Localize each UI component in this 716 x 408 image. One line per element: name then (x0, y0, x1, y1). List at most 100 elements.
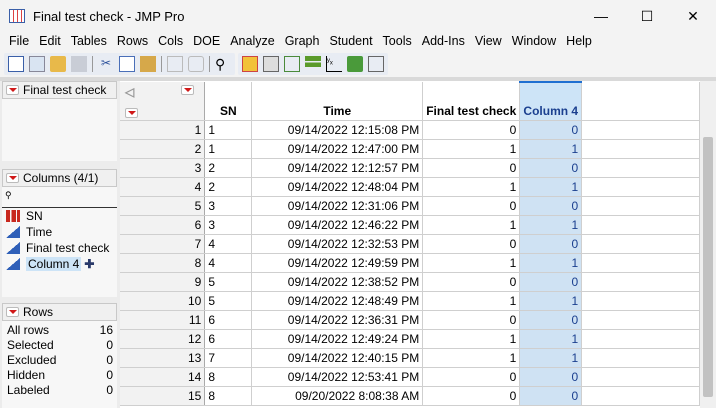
menu-tables[interactable]: Tables (66, 32, 112, 50)
cell-final-test-check[interactable]: 1 (422, 177, 521, 197)
menu-window[interactable]: Window (507, 32, 561, 50)
maximize-button[interactable]: ☐ (624, 0, 670, 32)
cell-sn[interactable]: 2 (204, 158, 253, 178)
table-row[interactable]: 12 6 09/14/2022 12:49:24 PM 1 1 (120, 329, 700, 349)
menu-file[interactable]: File (4, 32, 34, 50)
cell-time[interactable]: 09/14/2022 12:15:08 PM (251, 120, 424, 140)
cell-final-test-check[interactable]: 1 (422, 139, 521, 159)
cell-column-4[interactable]: 1 (519, 348, 583, 368)
scrollbar-thumb[interactable] (703, 137, 713, 397)
cell-sn[interactable]: 2 (204, 177, 253, 197)
cell-sn[interactable]: 1 (204, 139, 253, 159)
table-row[interactable]: 7 4 09/14/2022 12:32:53 PM 0 0 (120, 234, 700, 254)
cell-time[interactable]: 09/14/2022 12:48:49 PM (251, 291, 424, 311)
column-list-item[interactable]: SN (2, 208, 117, 224)
cell-sn[interactable]: 6 (204, 310, 253, 330)
bar-chart-icon[interactable] (305, 55, 321, 72)
column-header-time[interactable]: Time (251, 82, 424, 121)
cell-column-4[interactable]: 1 (519, 291, 583, 311)
cell-column-4[interactable]: 0 (519, 272, 583, 292)
table-row[interactable]: 1 1 09/14/2022 12:15:08 PM 0 0 (120, 120, 700, 140)
row-number[interactable]: 2 (120, 139, 206, 159)
vertical-scrollbar[interactable] (700, 81, 716, 408)
cell-time[interactable]: 09/14/2022 12:31:06 PM (251, 196, 424, 216)
row-number[interactable]: 7 (120, 234, 206, 254)
column-list-item[interactable]: Final test check (2, 240, 117, 256)
new-script-icon[interactable] (29, 55, 45, 72)
calculator-icon[interactable] (263, 55, 279, 72)
cell-final-test-check[interactable]: 1 (422, 348, 521, 368)
cell-time[interactable]: 09/14/2022 12:12:57 PM (251, 158, 424, 178)
row-number[interactable]: 14 (120, 367, 206, 387)
row-number[interactable]: 10 (120, 291, 206, 311)
minimize-button[interactable]: — (578, 0, 624, 32)
cell-column-4[interactable]: 1 (519, 177, 583, 197)
cell-sn[interactable]: 7 (204, 348, 253, 368)
column-list-item[interactable]: Time (2, 224, 117, 240)
menu-addins[interactable]: Add-Ins (417, 32, 470, 50)
fit-y-by-x-icon[interactable]: ʸₓ (326, 55, 342, 72)
cell-time[interactable]: 09/14/2022 12:48:04 PM (251, 177, 424, 197)
row-number[interactable]: 1 (120, 120, 206, 140)
table-row[interactable]: 14 8 09/14/2022 12:53:41 PM 0 0 (120, 367, 700, 387)
table-row[interactable]: 6 3 09/14/2022 12:46:22 PM 1 1 (120, 215, 700, 235)
table-row[interactable]: 15 8 09/20/2022 8:08:38 AM 0 0 (120, 386, 700, 406)
table-row[interactable]: 2 1 09/14/2022 12:47:00 PM 1 1 (120, 139, 700, 159)
cell-time[interactable]: 09/14/2022 12:49:59 PM (251, 253, 424, 273)
row-number[interactable]: 9 (120, 272, 206, 292)
cell-sn[interactable]: 3 (204, 196, 253, 216)
cell-time[interactable]: 09/14/2022 12:32:53 PM (251, 234, 424, 254)
search-icon[interactable]: ⚲ (215, 56, 231, 72)
cell-sn[interactable]: 8 (204, 367, 253, 387)
cell-column-4[interactable]: 0 (519, 120, 583, 140)
table-menu-icon[interactable] (6, 85, 19, 95)
row-number[interactable]: 5 (120, 196, 206, 216)
cell-column-4[interactable]: 0 (519, 386, 583, 406)
layout-icon[interactable] (284, 55, 300, 72)
cell-final-test-check[interactable]: 0 (422, 158, 521, 178)
open-folder-icon[interactable] (50, 55, 66, 72)
cell-final-test-check[interactable]: 0 (422, 367, 521, 387)
cell-sn[interactable]: 5 (204, 291, 253, 311)
rows-menu-icon[interactable] (6, 307, 19, 317)
row-number[interactable]: 12 (120, 329, 206, 349)
row-number[interactable]: 4 (120, 177, 206, 197)
row-number[interactable]: 3 (120, 158, 206, 178)
cell-time[interactable]: 09/14/2022 12:49:24 PM (251, 329, 424, 349)
model-icon[interactable] (347, 55, 363, 72)
paste-icon[interactable] (140, 55, 156, 72)
table-row[interactable]: 3 2 09/14/2022 12:12:57 PM 0 0 (120, 158, 700, 178)
cell-final-test-check[interactable]: 1 (422, 291, 521, 311)
cell-sn[interactable]: 4 (204, 234, 253, 254)
cell-time[interactable]: 09/14/2022 12:46:22 PM (251, 215, 424, 235)
columns-dropdown-icon[interactable] (181, 85, 195, 95)
cell-column-4[interactable]: 0 (519, 367, 583, 387)
row-number[interactable]: 11 (120, 310, 206, 330)
copy-icon[interactable] (119, 55, 135, 72)
cell-column-4[interactable]: 0 (519, 234, 583, 254)
column-header-sn[interactable]: SN (204, 82, 253, 121)
cell-time[interactable]: 09/14/2022 12:47:00 PM (251, 139, 424, 159)
rows-dropdown-icon[interactable] (125, 108, 138, 118)
cell-sn[interactable]: 4 (204, 253, 253, 273)
cell-final-test-check[interactable]: 1 (422, 253, 521, 273)
cell-column-4[interactable]: 0 (519, 310, 583, 330)
save-icon[interactable] (71, 55, 87, 72)
cell-final-test-check[interactable]: 0 (422, 120, 521, 140)
cell-time[interactable]: 09/14/2022 12:40:15 PM (251, 348, 424, 368)
menu-cols[interactable]: Cols (153, 32, 188, 50)
cell-final-test-check[interactable]: 0 (422, 386, 521, 406)
cell-final-test-check[interactable]: 0 (422, 234, 521, 254)
table-row[interactable]: 11 6 09/14/2022 12:36:31 PM 0 0 (120, 310, 700, 330)
edit-script-icon[interactable] (368, 55, 384, 72)
columns-menu-icon[interactable] (6, 173, 19, 183)
menu-help[interactable]: Help (561, 32, 597, 50)
cell-column-4[interactable]: 0 (519, 158, 583, 178)
lock-icon[interactable] (188, 55, 204, 72)
cell-column-4[interactable]: 1 (519, 215, 583, 235)
cell-time[interactable]: 09/14/2022 12:36:31 PM (251, 310, 424, 330)
collapse-left-icon[interactable]: ◁ (125, 85, 134, 99)
data-grid-icon[interactable] (242, 55, 258, 72)
cell-time[interactable]: 09/14/2022 12:38:52 PM (251, 272, 424, 292)
cell-column-4[interactable]: 1 (519, 139, 583, 159)
